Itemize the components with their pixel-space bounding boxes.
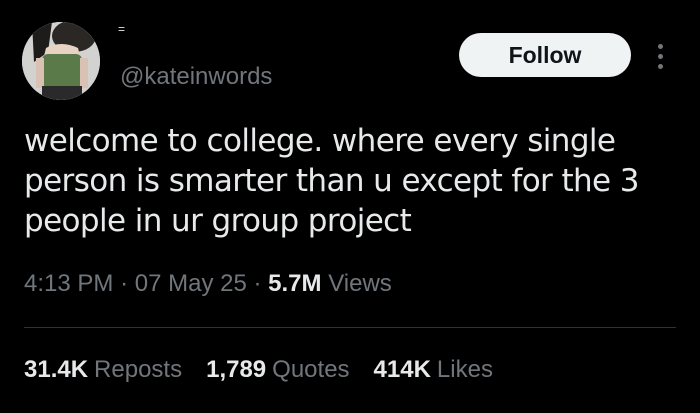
tweet-date[interactable]: 07 May 25 — [135, 270, 247, 297]
dot — [657, 43, 663, 49]
meta-separator: · — [120, 270, 129, 297]
follow-button[interactable]: Follow — [459, 33, 631, 77]
meta-separator: · — [253, 270, 262, 297]
likes-stat[interactable]: 414K Likes — [374, 356, 493, 384]
avatar[interactable] — [22, 22, 100, 100]
dot — [657, 53, 663, 59]
tweet-meta: 4:13 PM · 07 May 25 · 5.7M Views — [24, 270, 392, 298]
quotes-stat[interactable]: 1,789 Quotes — [206, 356, 349, 384]
likes-count: 414K — [373, 356, 431, 383]
likes-label: Likes — [436, 356, 493, 383]
reposts-stat[interactable]: 31.4K Reposts — [24, 356, 182, 384]
reposts-count: 31.4K — [24, 356, 89, 383]
reposts-label: Reposts — [94, 356, 183, 383]
tweet-text: welcome to college. where every single p… — [24, 123, 640, 239]
dot — [657, 63, 663, 69]
tweet-time[interactable]: 4:13 PM — [24, 270, 113, 297]
user-handle[interactable]: @kateinwords — [120, 63, 272, 91]
display-name[interactable]: = — [118, 22, 125, 36]
more-options-icon[interactable] — [650, 36, 670, 76]
quotes-count: 1,789 — [206, 356, 267, 383]
quotes-label: Quotes — [272, 356, 350, 383]
views-count: 5.7M — [268, 270, 322, 297]
views-label: Views — [328, 270, 392, 297]
engagement-stats: 31.4K Reposts 1,789 Quotes 414K Likes — [24, 356, 493, 384]
profile-photo — [22, 22, 100, 100]
divider — [24, 327, 676, 328]
